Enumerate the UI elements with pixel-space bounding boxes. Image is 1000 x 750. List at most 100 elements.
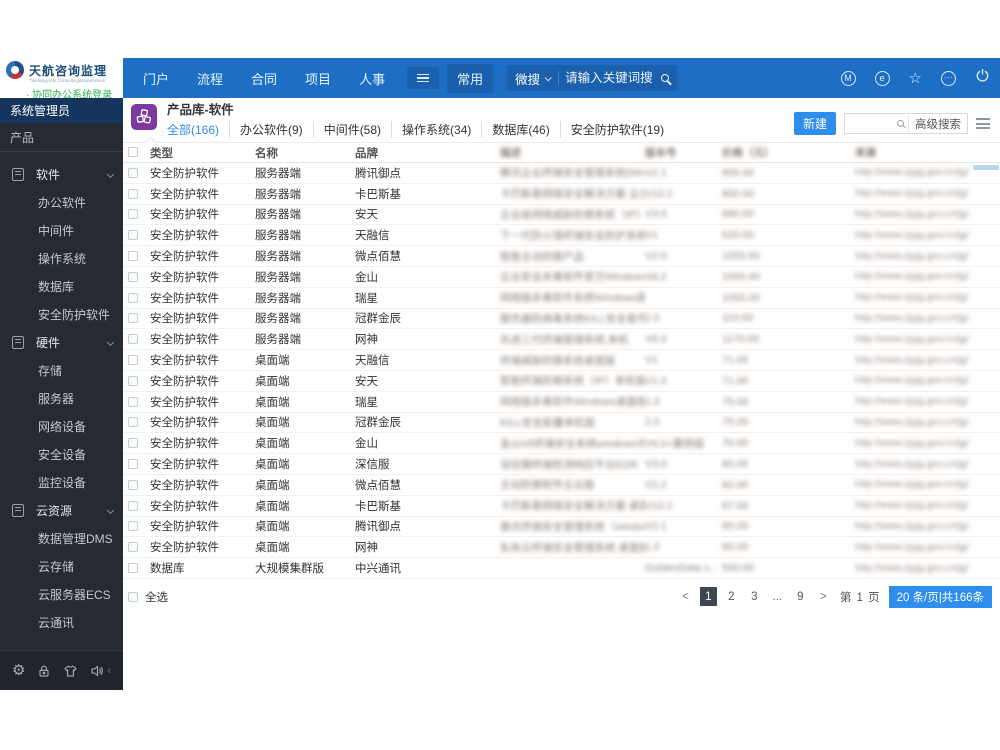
search-icon[interactable]	[661, 74, 670, 82]
page-number-button[interactable]: 1	[699, 587, 717, 607]
category-tab[interactable]: 操作系统(34)	[391, 121, 481, 138]
sidebar-item[interactable]: 操作系统	[0, 244, 123, 272]
table-row[interactable]: 安全防护软件 服务器端 微点佰慧 智能主动防御产品 V2.0 1055.00 h…	[123, 246, 1000, 267]
row-checkbox[interactable]	[128, 459, 138, 470]
table-row[interactable]: 安全防护软件 桌面端 微点佰慧 主动防御软件企业版 V2.2 82.00 htt…	[123, 475, 1000, 496]
row-checkbox[interactable]	[128, 375, 138, 386]
sidebar-item[interactable]: 云通讯	[0, 608, 123, 636]
table-row[interactable]: 安全防护软件 服务器端 安天 企业级网络威胁防御系统（IP）超值版 V3.0 8…	[123, 205, 1000, 226]
row-checkbox[interactable]	[128, 521, 138, 532]
row-checkbox[interactable]	[128, 230, 138, 241]
sidebar-section-product[interactable]: 产品	[0, 123, 123, 152]
nav-item[interactable]: 合同	[237, 69, 291, 88]
table-row[interactable]: 安全防护软件 桌面端 卡巴斯基 卡巴斯基网络安全解决方案 桌面高级 +SQ.. …	[123, 496, 1000, 517]
table-row[interactable]: 安全防护软件 服务器端 腾讯御点 腾讯企业终端安全管理系统(Windows版) …	[123, 163, 1000, 184]
row-checkbox[interactable]	[128, 334, 138, 345]
row-checkbox[interactable]	[128, 500, 138, 511]
sidebar-item[interactable]: 数据管理DMS	[0, 524, 123, 552]
sidebar-item[interactable]: 数据库	[0, 272, 123, 300]
page-number-button[interactable]: 3	[746, 587, 763, 606]
category-tab[interactable]: 办公软件(9)	[229, 121, 313, 138]
row-checkbox[interactable]	[128, 292, 138, 303]
row-checkbox[interactable]	[128, 396, 138, 407]
select-all-checkbox[interactable]	[128, 591, 138, 602]
more-icon[interactable]: ···	[941, 70, 956, 86]
new-button[interactable]: 新建	[793, 112, 836, 135]
table-row[interactable]: 安全防护软件 桌面端 深信服 深信服终端检测响应平台EDR V3.0 80.00…	[123, 454, 1000, 475]
category-tab[interactable]: 全部(166)	[167, 121, 229, 138]
sidebar-item[interactable]: 办公软件	[0, 188, 123, 216]
prev-page-button[interactable]: <	[677, 587, 694, 606]
row-checkbox[interactable]	[128, 251, 138, 262]
table-row[interactable]: 安全防护软件 服务器端 卡巴斯基 卡巴斯基网络安全解决方案 企业高级版 日常..…	[123, 184, 1000, 205]
nav-item[interactable]: 项目	[291, 69, 345, 88]
theme-icon[interactable]	[63, 664, 78, 678]
sidebar-item[interactable]: 硬件	[0, 328, 123, 356]
page-jump-label[interactable]: 第 1 页	[840, 589, 881, 605]
global-search-input[interactable]	[565, 71, 662, 85]
table-row[interactable]: 数据库 大规模集群版 中兴通讯 GoldenData s... 550.00 h…	[123, 558, 1000, 579]
advanced-search-link[interactable]: 高级搜索	[908, 115, 967, 132]
page-number-button[interactable]: 2	[723, 587, 740, 606]
sidebar-item[interactable]: 网络设备	[0, 412, 123, 440]
list-view-icon[interactable]	[976, 116, 990, 132]
gear-icon[interactable]: ⚙	[12, 663, 25, 678]
row-checkbox[interactable]	[128, 167, 138, 178]
page-size-info-button[interactable]: 20 条/页|共166条	[888, 585, 992, 608]
star-favorite-icon[interactable]: ☆	[909, 71, 922, 86]
table-row[interactable]: 安全防护软件 服务器端 冠群金辰 服务器防病毒系统KILL安全套件 2.0 11…	[123, 309, 1000, 330]
sound-icon[interactable]	[90, 664, 105, 678]
table-row[interactable]: 安全防护软件 桌面端 瑞星 网络版杀毒软件Windows桌面版 1.0 75.0…	[123, 392, 1000, 413]
row-checkbox[interactable]	[128, 355, 138, 366]
category-tab[interactable]: 中间件(58)	[312, 121, 391, 138]
row-checkbox[interactable]	[128, 438, 138, 449]
sidebar-item[interactable]: 软件	[0, 160, 123, 188]
nav-item[interactable]: 门户	[129, 69, 183, 88]
collapse-icon[interactable]: ‹	[107, 665, 111, 677]
row-checkbox[interactable]	[128, 479, 138, 490]
sidebar-item[interactable]: 安全设备	[0, 440, 123, 468]
m-badge-icon[interactable]: M	[840, 70, 856, 86]
category-tab[interactable]: 安全防护软件(19)	[559, 121, 674, 138]
table-row[interactable]: 安全防护软件 桌面端 腾讯御点 御点终端安全管理系统（windows版）V2.1…	[123, 517, 1000, 538]
table-row[interactable]: 安全防护软件 桌面端 金山 金山V8终端安全系统windows中文版 V6.0+…	[123, 433, 1000, 455]
sidebar-item[interactable]: 云服务器ECS	[0, 580, 123, 608]
lock-icon[interactable]	[37, 664, 51, 678]
sidebar-item[interactable]: 监控设备	[0, 468, 123, 496]
power-icon[interactable]	[975, 68, 990, 88]
table-search-input[interactable]	[845, 114, 893, 133]
row-checkbox[interactable]	[128, 209, 138, 220]
table-row[interactable]: 安全防护软件 服务器端 金山 企业安全杀毒软件官方Windows服务器版 V8.…	[123, 267, 1000, 288]
table-row[interactable]: 安全防护软件 服务器端 瑞星 网络版杀毒软件系统Windows版 单机 1055…	[123, 288, 1000, 309]
sidebar-item[interactable]: 云存储	[0, 552, 123, 580]
nav-item[interactable]: 流程	[183, 69, 237, 88]
row-checkbox[interactable]	[128, 188, 138, 199]
sidebar-item[interactable]: 云资源	[0, 496, 123, 524]
nav-pinned-button[interactable]: 常用	[447, 63, 494, 93]
sidebar-item[interactable]: 安全防护软件	[0, 300, 123, 328]
table-row[interactable]: 安全防护软件 服务器端 天融信 下一代防火墙终端安全防护系统 V1 520.00…	[123, 225, 1000, 247]
sidebar-item[interactable]: 服务器	[0, 384, 123, 412]
page-number-button[interactable]: ...	[769, 587, 786, 606]
message-icon[interactable]: e	[874, 70, 890, 86]
row-checkbox[interactable]	[128, 563, 138, 573]
table-row[interactable]: 安全防护软件 桌面端 安天 智能终端防御系统（IP）单机版 V1.0 71.00…	[123, 371, 1000, 392]
sidebar-item[interactable]: 存储	[0, 356, 123, 384]
table-row[interactable]: 安全防护软件 桌面端 冠群金辰 KILL安全胶囊单机版 2.0 75.00 ht…	[123, 413, 1000, 434]
row-checkbox[interactable]	[128, 417, 138, 428]
row-checkbox[interactable]	[128, 271, 138, 282]
chevron-down-icon[interactable]	[544, 73, 552, 81]
select-all-header-checkbox[interactable]	[128, 147, 138, 158]
table-row[interactable]: 安全防护软件 桌面端 天融信 终端威胁防御系统桌面版 V1 71.00 http…	[123, 350, 1000, 371]
category-tab[interactable]: 数据库(46)	[481, 121, 559, 138]
nav-item[interactable]: 人事	[345, 69, 399, 88]
search-icon[interactable]	[897, 120, 904, 127]
table-row[interactable]: 安全防护软件 服务器端 网神 先进三代终端管理系统,单机 V6.0 1170.0…	[123, 329, 1000, 351]
search-scope-label[interactable]: 微搜	[515, 69, 540, 88]
row-checkbox[interactable]	[128, 313, 138, 324]
page-number-button[interactable]: 9	[792, 587, 809, 606]
sidebar-item[interactable]: 中间件	[0, 216, 123, 244]
next-page-button[interactable]: >	[815, 587, 832, 606]
table-row[interactable]: 安全防护软件 桌面端 网神 私有云终端安全管理系统 桌面版 1.0 85.00 …	[123, 537, 1000, 559]
row-checkbox[interactable]	[128, 542, 138, 553]
